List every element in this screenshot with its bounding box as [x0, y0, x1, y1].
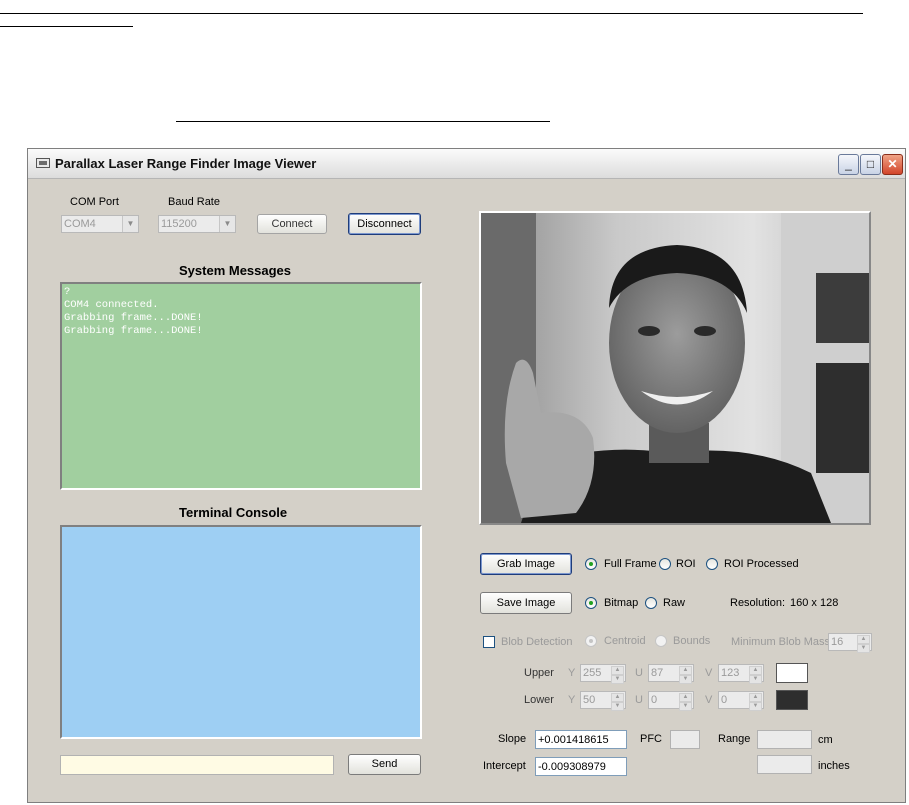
document-top-rule	[0, 13, 863, 14]
range-label: Range	[718, 733, 751, 745]
spinner-arrows-icon: ▲ ▼	[679, 666, 692, 684]
baud-rate-select[interactable]: 115200 ▼	[158, 215, 236, 233]
intercept-input[interactable]: -0.009308979	[535, 757, 627, 776]
resolution-label: Resolution:	[730, 597, 786, 609]
system-messages-text: ? COM4 connected. Grabbing frame...DONE!…	[64, 286, 203, 337]
lower-color-swatch[interactable]	[776, 690, 808, 710]
slope-value: +0.001418615	[538, 734, 609, 746]
blob-detection-label: Blob Detection	[501, 636, 573, 648]
slope-input[interactable]: +0.001418615	[535, 730, 627, 749]
com-port-select[interactable]: COM4 ▼	[61, 215, 139, 233]
title-bar[interactable]: Parallax Laser Range Finder Image Viewer…	[28, 149, 905, 179]
resolution-value: 160 x 128	[790, 597, 839, 609]
spinner-arrows-icon: ▲ ▼	[611, 693, 624, 711]
slope-label: Slope	[498, 733, 527, 745]
upper-u-value: 87	[651, 667, 664, 679]
camera-image	[479, 211, 871, 525]
upper-label: Upper	[524, 667, 554, 679]
bounds-label: Bounds	[673, 635, 711, 647]
document-short-rule	[0, 26, 133, 27]
intercept-value: -0.009308979	[538, 761, 606, 773]
upper-y-spinner[interactable]: 255 ▲ ▼	[580, 664, 626, 684]
com-port-value: COM4	[64, 218, 96, 230]
min-blob-mass-label: Minimum Blob Mass	[731, 636, 831, 648]
upper-y-value: 255	[583, 667, 602, 679]
spinner-arrows-icon: ▲ ▼	[611, 666, 624, 684]
upper-color-swatch[interactable]	[776, 663, 808, 683]
minimize-button[interactable]: _	[838, 154, 859, 175]
system-messages-box[interactable]: ? COM4 connected. Grabbing frame...DONE!…	[60, 282, 422, 490]
raw-label: Raw	[663, 597, 686, 609]
full-frame-label: Full Frame	[604, 558, 657, 570]
upper-v-label: V	[705, 667, 713, 679]
inches-label: inches	[818, 760, 850, 772]
min-blob-mass-value: 16	[831, 636, 844, 648]
cm-label: cm	[818, 734, 833, 746]
lower-u-spinner[interactable]: 0 ▲ ▼	[648, 691, 694, 711]
spinner-arrows-icon: ▲ ▼	[749, 693, 762, 711]
spinner-arrows-icon: ▲ ▼	[857, 635, 870, 653]
camera-image-graphic	[481, 213, 869, 523]
range-inches-field	[757, 755, 812, 774]
pfc-field	[670, 730, 700, 749]
intercept-label: Intercept	[483, 760, 526, 772]
spinner-arrows-icon: ▲ ▼	[679, 693, 692, 711]
save-image-button[interactable]: Save Image	[480, 592, 572, 614]
lower-v-value: 0	[721, 694, 728, 706]
grab-image-button[interactable]: Grab Image	[480, 553, 572, 575]
centroid-label: Centroid	[604, 635, 646, 647]
close-button[interactable]: ✕	[882, 154, 903, 175]
app-window: Parallax Laser Range Finder Image Viewer…	[27, 148, 906, 803]
document-underline	[176, 121, 550, 122]
baud-rate-label: Baud Rate	[168, 196, 220, 208]
lower-v-spinner[interactable]: 0 ▲ ▼	[718, 691, 764, 711]
lower-v-label: V	[705, 694, 713, 706]
radio-centroid[interactable]	[585, 635, 597, 647]
blob-detection-checkbox[interactable]	[483, 636, 495, 648]
grab-image-label: Grab Image	[496, 558, 556, 570]
lower-y-value: 50	[583, 694, 596, 706]
upper-v-value: 123	[721, 667, 740, 679]
baud-rate-value: 115200	[161, 218, 197, 230]
window-title: Parallax Laser Range Finder Image Viewer	[55, 156, 317, 171]
pfc-label: PFC	[640, 733, 662, 745]
upper-v-spinner[interactable]: 123 ▲ ▼	[718, 664, 764, 684]
radio-raw[interactable]	[645, 597, 657, 609]
lower-label: Lower	[524, 694, 554, 706]
app-icon	[36, 158, 50, 168]
upper-y-label: Y	[568, 667, 576, 679]
terminal-console-box[interactable]	[60, 525, 422, 739]
connect-button[interactable]: Connect	[257, 214, 327, 234]
min-blob-mass-spinner[interactable]: 16 ▲ ▼	[828, 633, 872, 653]
send-button[interactable]: Send	[348, 754, 421, 775]
bitmap-label: Bitmap	[604, 597, 639, 609]
lower-y-spinner[interactable]: 50 ▲ ▼	[580, 691, 626, 711]
upper-u-label: U	[635, 667, 643, 679]
maximize-button[interactable]: □	[860, 154, 881, 175]
terminal-command-input[interactable]	[60, 755, 334, 775]
disconnect-button[interactable]: Disconnect	[348, 213, 421, 235]
upper-u-spinner[interactable]: 87 ▲ ▼	[648, 664, 694, 684]
chevron-down-icon: ▼	[122, 216, 138, 232]
lower-y-label: Y	[568, 694, 576, 706]
com-port-label: COM Port	[70, 196, 119, 208]
radio-bitmap[interactable]	[585, 597, 597, 609]
system-messages-heading: System Messages	[179, 263, 292, 278]
radio-full-frame[interactable]	[585, 558, 597, 570]
roi-processed-label: ROI Processed	[724, 558, 799, 570]
chevron-down-icon: ▼	[219, 216, 235, 232]
lower-u-value: 0	[651, 694, 658, 706]
lower-u-label: U	[635, 694, 643, 706]
terminal-console-heading: Terminal Console	[179, 505, 288, 520]
radio-bounds[interactable]	[655, 635, 667, 647]
roi-label: ROI	[676, 558, 696, 570]
radio-roi-processed[interactable]	[706, 558, 718, 570]
spinner-arrows-icon: ▲ ▼	[749, 666, 762, 684]
radio-roi[interactable]	[659, 558, 671, 570]
range-cm-field	[757, 730, 812, 749]
